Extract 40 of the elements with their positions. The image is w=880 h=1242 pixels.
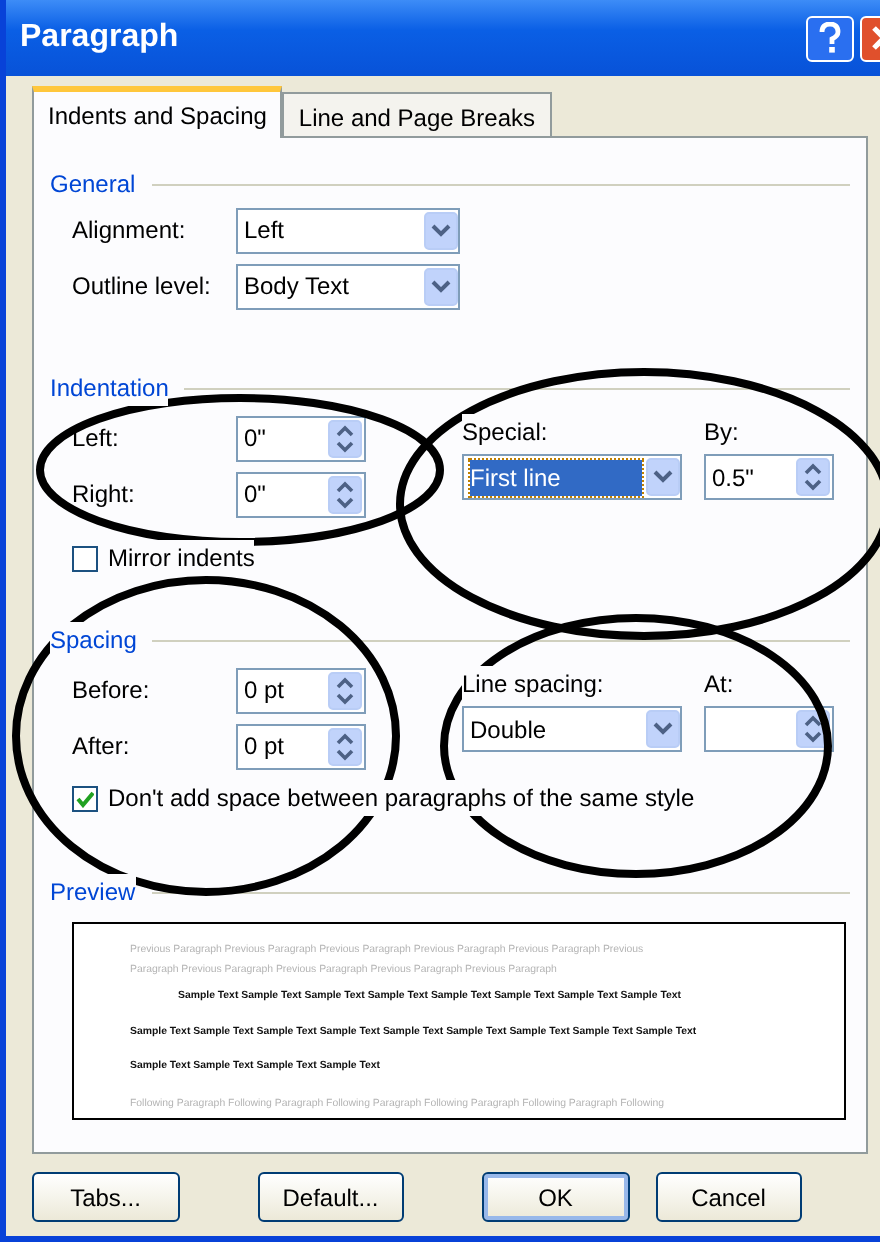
field-label: Alignment: — [72, 214, 188, 248]
field-label: Before: — [72, 674, 152, 708]
caret-icon — [424, 211, 458, 249]
spin-field[interactable]: 0.5" — [704, 454, 834, 500]
tab[interactable]: Line and Page Breaks — [282, 92, 552, 136]
dropdown[interactable]: First line — [462, 454, 682, 500]
section-heading: Spacing — [50, 622, 137, 658]
spin-arrows-icon — [328, 727, 362, 765]
field-label: After: — [72, 730, 132, 764]
dialog-button[interactable]: Default... — [257, 1172, 404, 1222]
field-label: Line spacing: — [462, 666, 604, 702]
caret-icon — [646, 458, 680, 496]
spin-field[interactable]: 0" — [236, 415, 366, 461]
help-button[interactable] — [806, 15, 854, 61]
dropdown[interactable]: Body Text — [236, 263, 460, 309]
field-label: Right: — [72, 478, 137, 512]
spin-arrows-icon — [328, 671, 362, 709]
checkbox[interactable] — [72, 545, 98, 571]
spin-arrows-icon — [328, 475, 362, 513]
spin-arrows-icon — [796, 458, 830, 496]
dropdown[interactable]: Double — [462, 706, 682, 752]
dialog-button[interactable]: Tabs... — [32, 1172, 179, 1222]
spin-field[interactable]: 0 pt — [236, 667, 366, 713]
tab[interactable]: Indents and Spacing — [32, 86, 283, 138]
caret-icon — [424, 267, 458, 305]
dialog-button[interactable]: OK — [482, 1172, 629, 1222]
help-icon — [818, 22, 842, 54]
caret-icon — [646, 710, 680, 748]
dropdown[interactable]: Left — [236, 207, 460, 253]
field-label: Outline level: — [72, 270, 213, 304]
spin-arrows-icon — [328, 419, 362, 457]
spin-field[interactable]: 0 pt — [236, 723, 366, 769]
field-label: Special: — [462, 414, 548, 450]
spin-field[interactable]: 0" — [236, 471, 366, 517]
field-label: Left: — [72, 422, 121, 456]
checkbox-label: Don't add space between paragraphs of the same style — [108, 780, 695, 816]
checkbox[interactable] — [72, 785, 98, 811]
window-title: Paragraph — [20, 18, 181, 58]
spin-field[interactable] — [704, 706, 834, 752]
dialog-button[interactable]: Cancel — [655, 1172, 802, 1222]
